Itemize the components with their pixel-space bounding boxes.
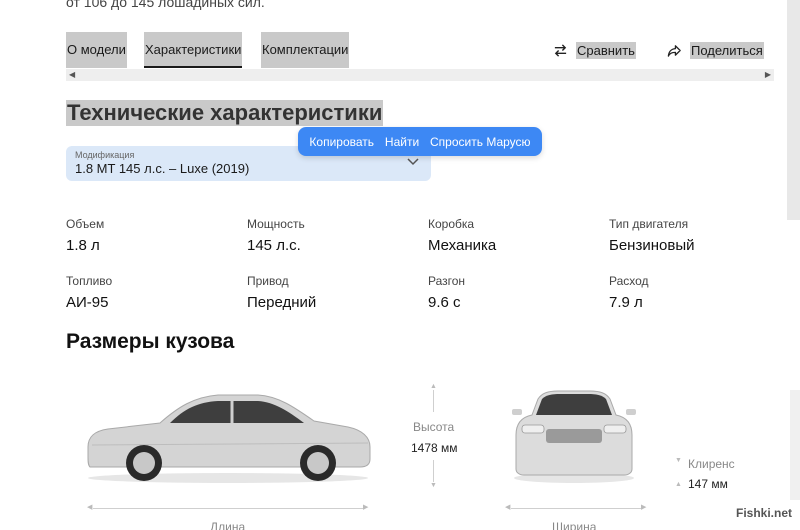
tab-about[interactable]: О модели	[66, 32, 127, 68]
text-context-menu: Копировать Найти Спросить Марусю	[298, 127, 542, 156]
spec-value: 145 л.с.	[247, 237, 301, 254]
spec-key: Разгон	[428, 274, 466, 288]
width-line	[511, 508, 641, 509]
width-arrow-left-icon: ◀	[505, 504, 511, 511]
spec-value: 1.8 л	[66, 237, 100, 254]
context-copy[interactable]: Копировать	[309, 135, 374, 149]
context-ask-marusya[interactable]: Спросить Марусю	[430, 135, 531, 149]
spec-value: Механика	[428, 237, 497, 254]
spec-key: Топливо	[66, 274, 113, 288]
compare-button[interactable]: Сравнить	[553, 40, 636, 60]
height-value: 1478 мм	[411, 441, 458, 455]
width-arrow-right-icon: ▶	[641, 504, 647, 511]
height-line-top	[433, 390, 434, 412]
height-arrow-down-icon: ▼	[430, 482, 437, 489]
spec-value: Бензиновый	[609, 237, 695, 254]
compare-label: Сравнить	[576, 41, 636, 59]
spec-value: 9.6 с	[428, 294, 461, 311]
spec-gearbox: Коробка Механика	[428, 217, 496, 254]
height-line-bottom	[433, 460, 434, 482]
spec-fuel: Топливо АИ-95	[66, 274, 112, 311]
clearance-value: 147 мм	[688, 477, 728, 491]
share-button[interactable]: Поделиться	[667, 40, 764, 60]
page-title: Технические характеристики	[66, 100, 384, 126]
width-label: Ширина	[552, 520, 597, 530]
car-side-view-image	[87, 394, 371, 483]
modification-caption: Модификация	[75, 150, 135, 160]
clearance-arrow-icon: ▼	[675, 457, 682, 464]
tab-specs[interactable]: Характеристики	[144, 32, 243, 68]
spec-value: АИ-95	[66, 294, 109, 311]
compare-arrows-icon	[554, 43, 567, 57]
intro-text: от 106 до 145 лошадиных сил.	[66, 0, 265, 10]
spec-key: Привод	[247, 274, 289, 288]
spec-value: 7.9 л	[609, 294, 643, 311]
spec-power: Мощность 145 л.с.	[247, 217, 305, 254]
spec-consumption: Расход 7.9 л	[609, 274, 649, 311]
scroll-left-icon[interactable]: ◀	[69, 69, 75, 81]
spec-key: Объем	[66, 217, 105, 231]
share-arrow-icon	[667, 44, 681, 57]
tab-trims[interactable]: Комплектации	[261, 32, 350, 68]
dimensions-title: Размеры кузова	[66, 330, 235, 353]
length-arrow-right-icon: ▶	[363, 504, 369, 511]
spec-acceleration: Разгон 9.6 с	[428, 274, 465, 311]
context-find[interactable]: Найти	[385, 135, 419, 149]
car-front-view-image	[512, 390, 636, 483]
horizontal-scrollbar[interactable]: ◀ ▶	[66, 69, 774, 81]
spec-value: Передний	[247, 294, 317, 311]
height-label: Высота	[413, 420, 455, 434]
chevron-down-icon	[407, 158, 419, 166]
length-label: Длина	[210, 520, 246, 530]
modification-value: 1.8 MT 145 л.с. – Luxe (2019)	[75, 161, 250, 176]
watermark: Fishki.net	[736, 506, 793, 520]
right-edge-panel-lower	[790, 390, 800, 500]
right-edge-panel	[787, 0, 800, 220]
clearance-arrow-up-icon: ▲	[675, 481, 682, 488]
clearance-label: Клиренс	[688, 457, 735, 471]
spec-drive: Привод Передний	[247, 274, 316, 311]
spec-key: Мощность	[247, 217, 305, 231]
spec-volume: Объем 1.8 л	[66, 217, 104, 254]
share-label: Поделиться	[690, 41, 764, 59]
spec-key: Тип двигателя	[609, 217, 689, 231]
length-arrow-left-icon: ◀	[87, 504, 93, 511]
spec-key: Расход	[609, 274, 649, 288]
scroll-right-icon[interactable]: ▶	[765, 69, 771, 81]
spec-key: Коробка	[428, 217, 475, 231]
length-line	[93, 508, 363, 509]
spec-engine-type: Тип двигателя Бензиновый	[609, 217, 694, 254]
